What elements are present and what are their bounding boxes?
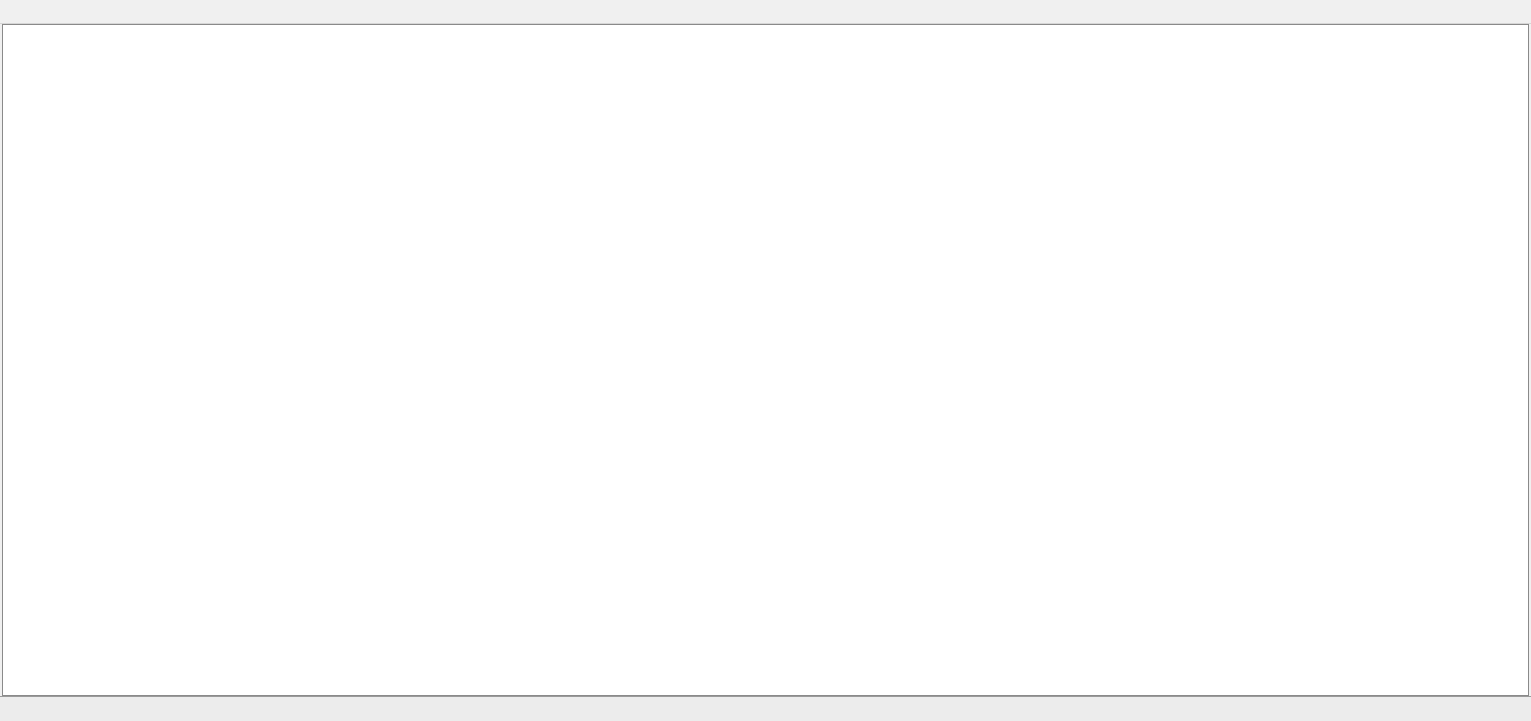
timeframe-toolbar [0, 0, 1531, 24]
chart-title [11, 28, 21, 42]
chart-tab-bar [0, 696, 1531, 721]
chart-canvas[interactable] [3, 25, 1528, 695]
chart-window [2, 24, 1529, 696]
